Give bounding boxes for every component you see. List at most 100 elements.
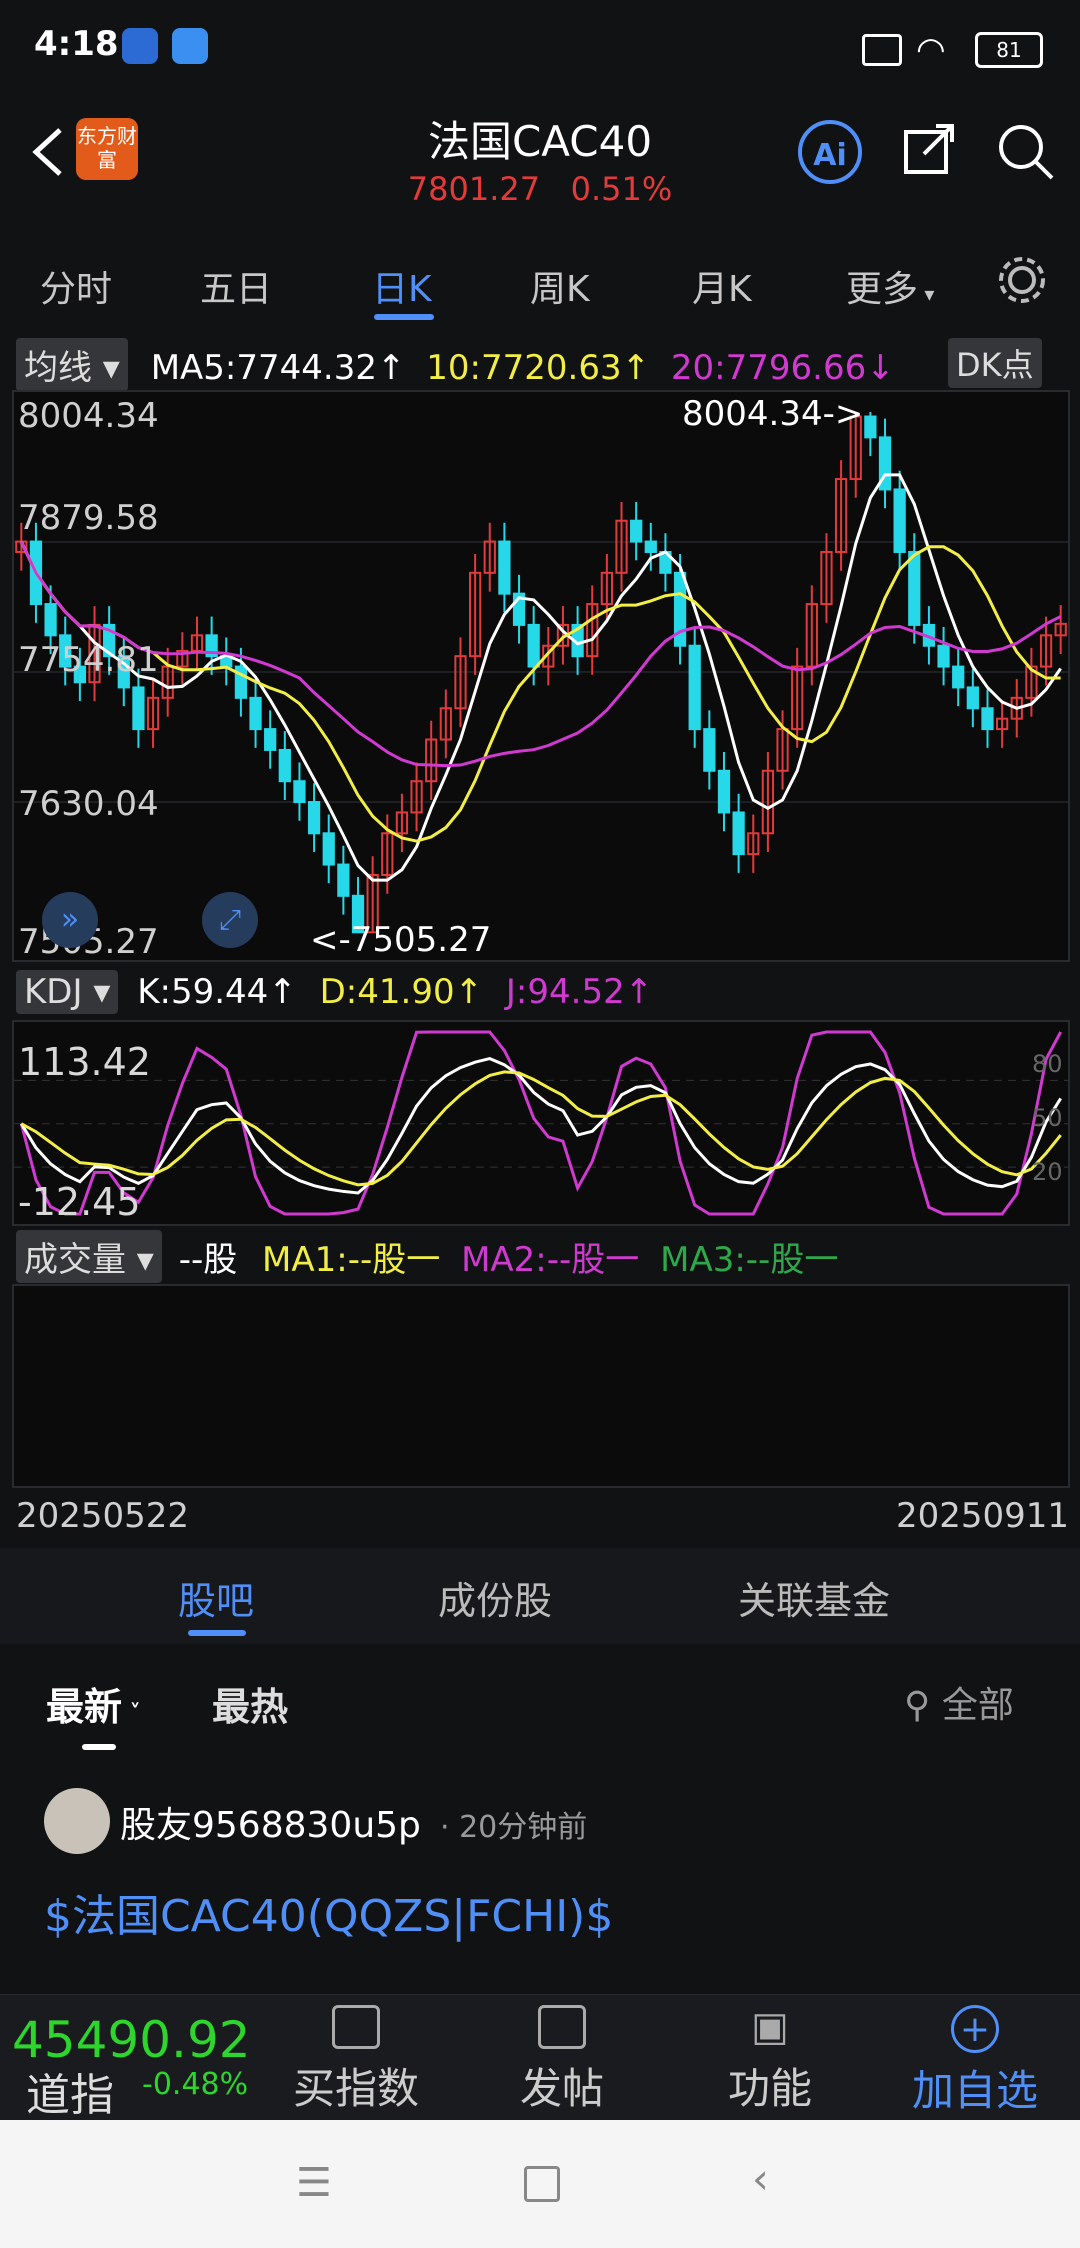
kdj-chart[interactable]: 113.42 -12.45 80 50 20 [12, 1020, 1070, 1226]
candle-body [732, 811, 745, 856]
kdj-d: D:41.90↑ [319, 972, 484, 1012]
candle-body [44, 603, 57, 637]
gear-icon[interactable] [996, 254, 1048, 306]
home-icon[interactable] [524, 2166, 560, 2202]
status-time: 4:18 [34, 24, 119, 64]
candle-body [527, 623, 540, 668]
function-button[interactable]: ▣ 功能 [700, 2005, 840, 2116]
kdj-select[interactable]: KDJ ▾ [16, 970, 119, 1014]
tab-constituents[interactable]: 成份股 [438, 1570, 552, 1625]
kdj-level-20: 20 [1032, 1158, 1063, 1186]
price-axis-3: 7754.81 [18, 640, 159, 680]
kdj-j-line [19, 1030, 1063, 1216]
app-icon-2 [172, 28, 208, 64]
date-start: 20250522 [16, 1496, 190, 1536]
kdj-k: K:59.44↑ [137, 972, 297, 1012]
share-icon[interactable] [902, 122, 958, 178]
chart-icon [332, 2005, 380, 2049]
high-annotation: 8004.34-> [682, 394, 864, 434]
post-time: 20分钟前 [459, 1810, 588, 1845]
candle-body [688, 644, 701, 731]
filter-row: 最新 ˅ 最热 ⚲ 全部 [0, 1644, 1080, 1754]
ai-icon[interactable]: Ai [798, 120, 862, 184]
filter-hot[interactable]: 最热 [212, 1676, 288, 1731]
candle-body [264, 728, 277, 751]
candle-body [717, 769, 731, 814]
section-tabs: 股吧 成份股 关联基金 [0, 1548, 1080, 1644]
candle-body [307, 801, 321, 835]
candle-body [630, 519, 643, 543]
candle-body [644, 540, 657, 553]
guba-underline [188, 1630, 246, 1636]
add-watchlist-button[interactable]: + 加自选 [900, 2005, 1050, 2118]
ma20-line [19, 540, 1062, 768]
volume-ma2: MA2:--股一 [461, 1240, 640, 1280]
tab-guba[interactable]: 股吧 [178, 1570, 254, 1625]
ma20-value: 20:7796.66↓ [670, 348, 895, 388]
kdj-legend: KDJ ▾ K:59.44↑ D:41.90↑ J:94.52↑ [16, 970, 653, 1014]
filter-all[interactable]: ⚲ 全部 [904, 1676, 1014, 1728]
system-nav-bar: ☰ ‹ [0, 2120, 1080, 2248]
kdj-level-50: 50 [1032, 1104, 1063, 1132]
candle-body [337, 863, 350, 897]
expand-icon[interactable]: ⤢ [202, 892, 258, 948]
candle-body [952, 665, 965, 689]
dk-button[interactable]: DK点 [948, 338, 1042, 388]
ma10-value: 10:7720.63↑ [426, 348, 651, 388]
back-nav-icon[interactable]: ‹ [752, 2154, 769, 2203]
battery-icon: 81 [975, 32, 1043, 68]
price-axis-2: 7879.58 [18, 498, 159, 538]
candle-body [937, 644, 950, 668]
forward-icon[interactable]: » [42, 892, 98, 948]
low-annotation: <-7505.27 [310, 920, 492, 960]
ma5-value: MA5:7744.32↑ [150, 348, 406, 388]
date-end: 20250911 [896, 1496, 1070, 1536]
app-icon-1 [122, 28, 158, 64]
tab-yuek[interactable]: 月K [692, 260, 752, 312]
volume-ma3: MA3:--股一 [660, 1240, 839, 1280]
price-change: 0.51% [570, 170, 673, 208]
buy-index-button[interactable]: 买指数 [286, 2005, 426, 2116]
candle-body [322, 832, 335, 866]
header: 东方财富 法国CAC40 7801.27 0.51% Ai [0, 100, 1080, 210]
current-price: 7801.27 [407, 170, 541, 208]
plus-circle-icon: + [951, 2005, 999, 2053]
tab-fenshi[interactable]: 分时 [40, 260, 112, 312]
sim-icon [862, 34, 902, 66]
candle-body [893, 488, 906, 553]
post-button[interactable]: 发帖 [492, 2005, 632, 2116]
tab-wuri[interactable]: 五日 [200, 260, 272, 312]
menu-icon[interactable]: ☰ [296, 2160, 332, 2206]
post-user[interactable]: 股友9568830u5p [120, 1796, 421, 1848]
tab-related-funds[interactable]: 关联基金 [738, 1570, 890, 1625]
candle-body [498, 540, 511, 595]
ma-select[interactable]: 均线 ▾ [16, 338, 128, 391]
period-tabs: 分时 五日 日K 周K 月K 更多 ▾ [0, 230, 1080, 330]
filter-icon: ⚲ [904, 1685, 942, 1726]
post-content[interactable]: $法国CAC40(QQZS|FCHI)$ [44, 1880, 613, 1944]
kdj-axis-top: 113.42 [18, 1040, 151, 1084]
price-chart[interactable]: 8004.34 7879.58 7754.81 7630.04 7505.27 … [12, 390, 1070, 962]
tab-rik[interactable]: 日K [372, 260, 432, 312]
volume-chart[interactable] [12, 1284, 1070, 1488]
search-icon[interactable] [996, 122, 1056, 182]
tab-zhouk[interactable]: 周K [530, 260, 590, 312]
candlestick-svg [14, 412, 1068, 934]
candle-body [278, 748, 291, 783]
filter-latest[interactable]: 最新 ˅ [46, 1676, 141, 1731]
candle-body [703, 728, 716, 772]
candle-body [981, 707, 994, 731]
volume-ma1: MA1:--股一 [262, 1240, 441, 1280]
avatar [44, 1788, 110, 1854]
volume-legend: 成交量 ▾ --股 MA1:--股一 MA2:--股一 MA3:--股一 [16, 1230, 838, 1283]
index-name: 道指 [26, 2070, 114, 2121]
price-axis-4: 7630.04 [18, 784, 159, 824]
index-change: -0.48% [142, 2067, 249, 2102]
status-bar: 4:18 ◠ 81 [0, 0, 1080, 100]
post-meta: · 20分钟前 [440, 1810, 588, 1845]
volume-select[interactable]: 成交量 ▾ [16, 1230, 162, 1283]
candle-body [966, 686, 979, 710]
edit-icon [538, 2005, 586, 2049]
tab-more[interactable]: 更多 ▾ [846, 260, 934, 312]
post-item[interactable]: 股友9568830u5p · 20分钟前 $法国CAC40(QQZS|FCHI)… [0, 1770, 1080, 1970]
